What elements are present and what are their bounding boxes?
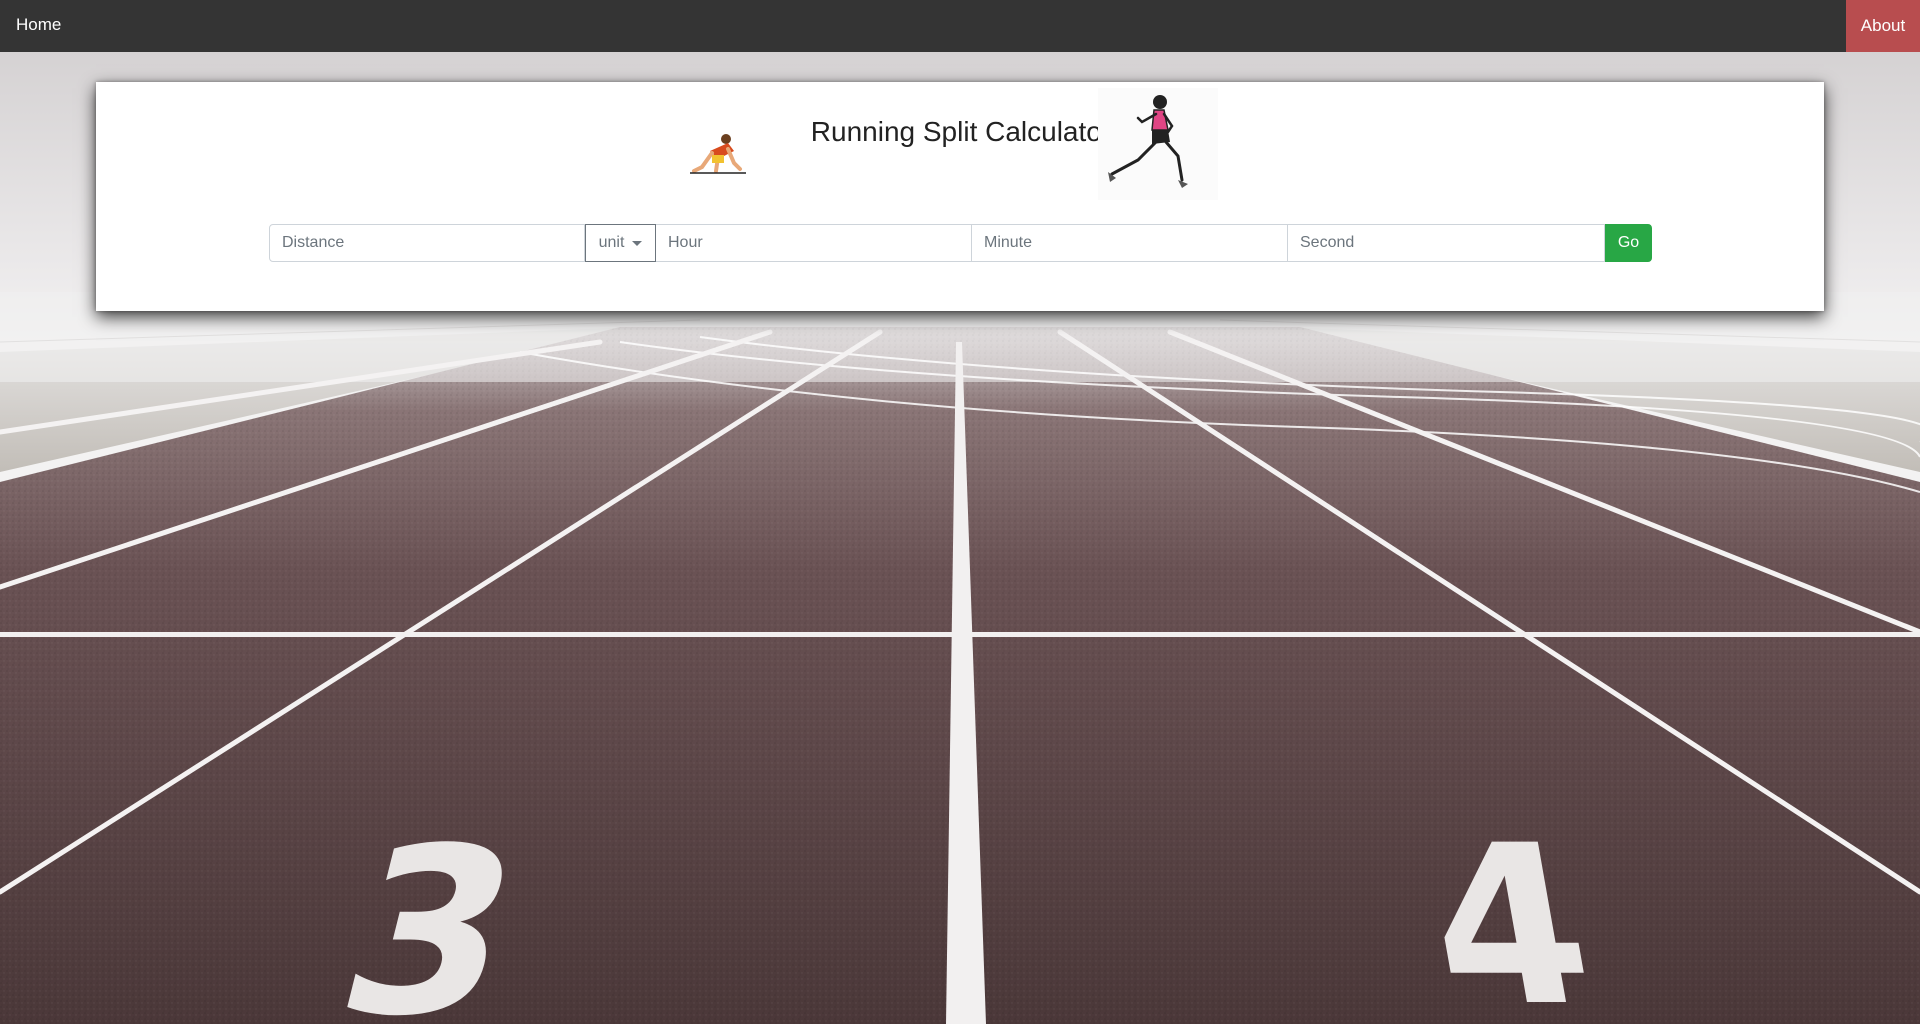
split-calculator-form: unit Go [269, 224, 1652, 262]
running-woman-icon [1098, 88, 1218, 200]
second-input[interactable] [1288, 224, 1605, 262]
hour-input[interactable] [656, 224, 972, 262]
nav-about-link[interactable]: About [1846, 0, 1920, 52]
nav-home-link[interactable]: Home [16, 15, 61, 35]
distance-input[interactable] [269, 224, 585, 262]
top-navbar: Home About [0, 0, 1920, 52]
unit-dropdown-label: unit [598, 234, 625, 251]
calculator-card: Running Split Calculator unit Go [96, 82, 1824, 311]
caret-down-icon [632, 240, 643, 246]
minute-input[interactable] [972, 224, 1288, 262]
go-button[interactable]: Go [1605, 224, 1652, 262]
unit-dropdown-button[interactable]: unit [585, 224, 656, 262]
page-title: Running Split Calculator [810, 116, 1112, 147]
